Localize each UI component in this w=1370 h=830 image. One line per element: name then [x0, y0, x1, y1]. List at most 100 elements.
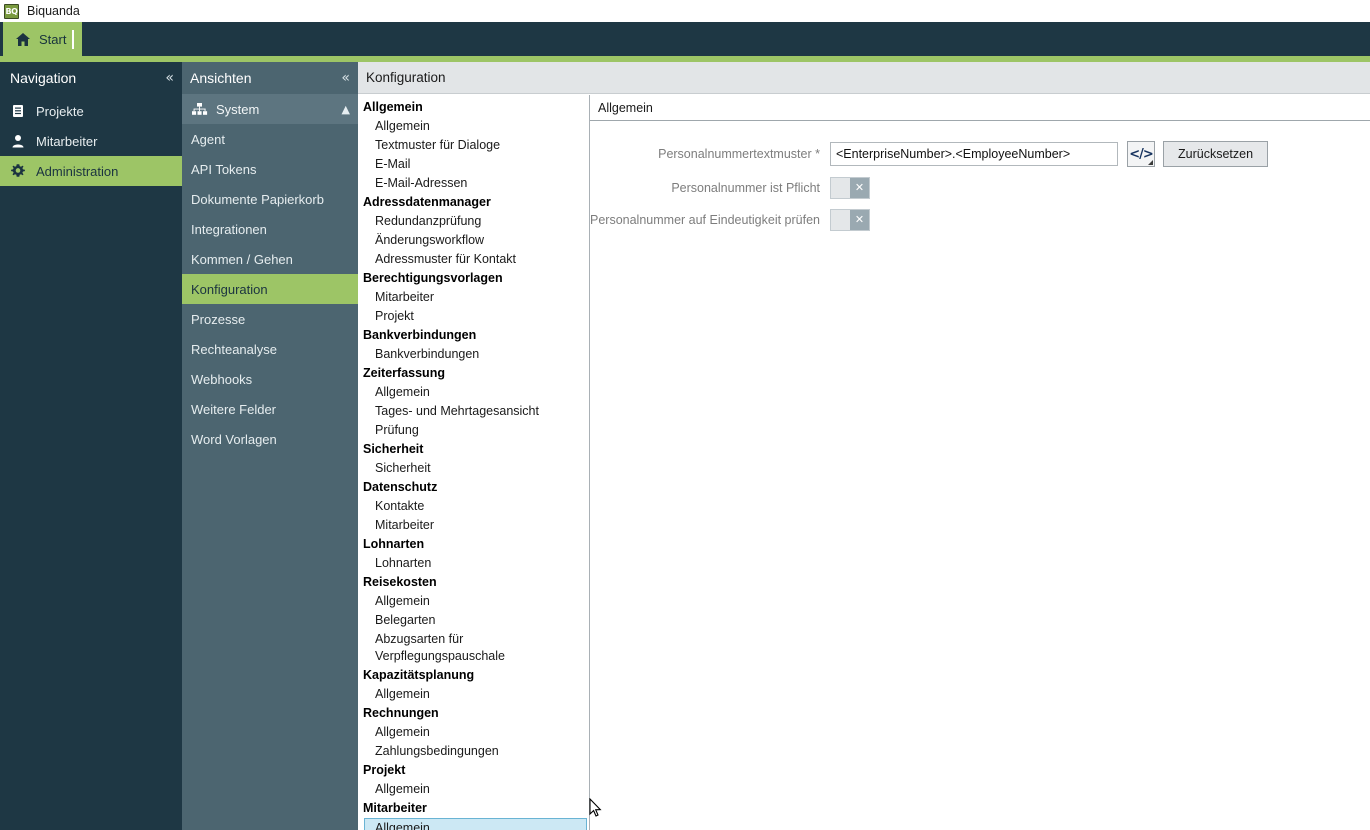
app-logo-icon: BQ [4, 3, 19, 19]
field-label: Personalnummer auf Eindeutigkeit prüfen [590, 213, 820, 227]
tree-item[interactable]: Belegarten [358, 611, 589, 630]
views-title: Ansichten [190, 70, 252, 86]
tree-item[interactable]: Textmuster für Dialoge [358, 136, 589, 155]
views-group-label: System [216, 101, 260, 117]
views-group-system[interactable]: System ▲ [182, 94, 358, 124]
toggle-state-glyph: ✕ [850, 210, 869, 230]
reset-button[interactable]: Zurücksetzen [1163, 141, 1269, 167]
sidebar-item-mitarbeiter[interactable]: Mitarbeiter [0, 126, 182, 156]
tree-item[interactable]: Bankverbindungen [358, 345, 589, 364]
configuration-tree: Allgemein Allgemein Textmuster für Dialo… [358, 95, 590, 830]
sidebar-item-label: Administration [36, 163, 119, 179]
views-item-label: Kommen / Gehen [191, 251, 293, 267]
tree-item[interactable]: Sicherheit [358, 459, 589, 478]
tree-item[interactable]: Lohnarten [358, 554, 589, 573]
views-item-kommen-gehen[interactable]: Kommen / Gehen [182, 244, 358, 274]
split-button-arrow-icon[interactable] [1148, 160, 1153, 165]
tree-item-selected[interactable]: Allgemein [364, 818, 587, 830]
tree-group: Bankverbindungen [363, 328, 477, 342]
personalnummertextmuster-input[interactable] [830, 142, 1118, 166]
tree-item[interactable]: Abzugsarten für Verpflegungspauschale [358, 630, 589, 666]
chevron-double-left-icon[interactable]: « [341, 71, 350, 85]
sitemap-icon [192, 102, 208, 115]
chevron-double-left-icon[interactable]: « [165, 71, 174, 85]
field-row-personalnummertextmuster: Personalnummertextmuster * </> Zurückset… [590, 141, 1370, 167]
tree-group: Mitarbeiter [363, 801, 427, 815]
tree-item[interactable]: Änderungsworkflow [358, 231, 589, 250]
views-item-label: Weitere Felder [191, 401, 277, 417]
views-item-list: Agent API Tokens Dokumente Papierkorb In… [182, 124, 358, 454]
views-item-api-tokens[interactable]: API Tokens [182, 154, 358, 184]
sidebar-item-label: Projekte [36, 103, 84, 119]
sidebar-item-projekte[interactable]: Projekte [0, 96, 182, 126]
form-rows: Personalnummertextmuster * </> Zurückset… [590, 121, 1370, 231]
views-item-label: Word Vorlagen [191, 431, 277, 447]
views-item-agent[interactable]: Agent [182, 124, 358, 154]
views-item-integrationen[interactable]: Integrationen [182, 214, 358, 244]
tree-item[interactable]: Redundanzprüfung [358, 212, 589, 231]
chevron-up-icon[interactable]: ▲ [342, 103, 350, 116]
tree-group: Berechtigungsvorlagen [363, 271, 503, 285]
gear-icon [11, 164, 25, 177]
views-item-rechteanalyse[interactable]: Rechteanalyse [182, 334, 358, 364]
tree-item[interactable]: Tages- und Mehrtagesansicht [358, 402, 589, 421]
views-header: Ansichten « [182, 62, 358, 94]
tree-group: Kapazitätsplanung [363, 668, 475, 682]
tree-item[interactable]: Allgemein [358, 685, 589, 704]
views-panel: Ansichten « System ▲ Agent API Tokens Do… [182, 62, 358, 830]
tree-item[interactable]: E-Mail [358, 155, 589, 174]
tree-item[interactable]: Kontakte [358, 497, 589, 516]
views-item-word-vorlagen[interactable]: Word Vorlagen [182, 424, 358, 454]
tree-item[interactable]: Mitarbeiter [358, 288, 589, 307]
tree-item[interactable]: Adressmuster für Kontakt [358, 250, 589, 269]
field-label: Personalnummertextmuster * [590, 147, 830, 161]
tree-group: Allgemein [363, 100, 423, 114]
field-row-personalnummer-eindeutigkeit: Personalnummer auf Eindeutigkeit prüfen … [590, 209, 1370, 231]
tree-group: Reisekosten [363, 575, 437, 589]
tree-group: Lohnarten [363, 537, 425, 551]
navigation-item-list: Projekte Mitarbeiter Administration [0, 96, 182, 186]
views-item-label: Konfiguration [191, 281, 268, 297]
tree-group: Adressdatenmanager [363, 195, 491, 209]
tree-group: Sicherheit [363, 442, 424, 456]
views-item-prozesse[interactable]: Prozesse [182, 304, 358, 334]
navigation-header: Navigation « [0, 62, 182, 94]
tree-item[interactable]: Allgemein [358, 383, 589, 402]
views-item-label: Dokumente Papierkorb [191, 191, 324, 207]
views-item-label: Rechteanalyse [191, 341, 277, 357]
sidebar-item-label: Mitarbeiter [36, 133, 98, 149]
home-icon [16, 32, 30, 46]
content-body: Allgemein Allgemein Textmuster für Dialo… [358, 95, 1370, 830]
field-row-personalnummer-ist-pflicht: Personalnummer ist Pflicht ✕ [590, 177, 1370, 199]
tab-strip: Start [0, 22, 1370, 56]
person-icon [12, 135, 24, 148]
tree-item[interactable]: Mitarbeiter [358, 516, 589, 535]
views-item-weitere-felder[interactable]: Weitere Felder [182, 394, 358, 424]
tree-item[interactable]: Allgemein [358, 592, 589, 611]
tree-item[interactable]: Projekt [358, 307, 589, 326]
tree-group: Zeiterfassung [363, 366, 445, 380]
tab-insertion-caret [72, 30, 74, 49]
views-item-label: Integrationen [191, 221, 267, 237]
tree-item[interactable]: Prüfung [358, 421, 589, 440]
views-item-dokumente-papierkorb[interactable]: Dokumente Papierkorb [182, 184, 358, 214]
tree-item[interactable]: Allgemein [358, 117, 589, 136]
form-title: Allgemein [590, 95, 1370, 121]
views-item-webhooks[interactable]: Webhooks [182, 364, 358, 394]
views-item-label: Prozesse [191, 311, 246, 327]
sidebar-item-administration[interactable]: Administration [0, 156, 182, 186]
tree-item[interactable]: E-Mail-Adressen [358, 174, 589, 193]
toggle-state-glyph: ✕ [850, 178, 869, 198]
tree-item[interactable]: Allgemein [358, 723, 589, 742]
settings-form: Allgemein Personalnummertextmuster * </>… [590, 95, 1370, 830]
tab-start[interactable]: Start [3, 22, 83, 56]
personalnummer-ist-pflicht-toggle[interactable]: ✕ [830, 177, 870, 199]
views-item-konfiguration[interactable]: Konfiguration [182, 274, 358, 304]
tab-start-label: Start [39, 31, 67, 47]
mouse-pointer-icon [589, 798, 602, 817]
page-title: Konfiguration [358, 62, 1370, 94]
tree-item[interactable]: Allgemein [358, 780, 589, 799]
personalnummer-eindeutigkeit-toggle[interactable]: ✕ [830, 209, 870, 231]
code-icon-button[interactable]: </> [1127, 141, 1155, 167]
tree-item[interactable]: Zahlungsbedingungen [358, 742, 589, 761]
